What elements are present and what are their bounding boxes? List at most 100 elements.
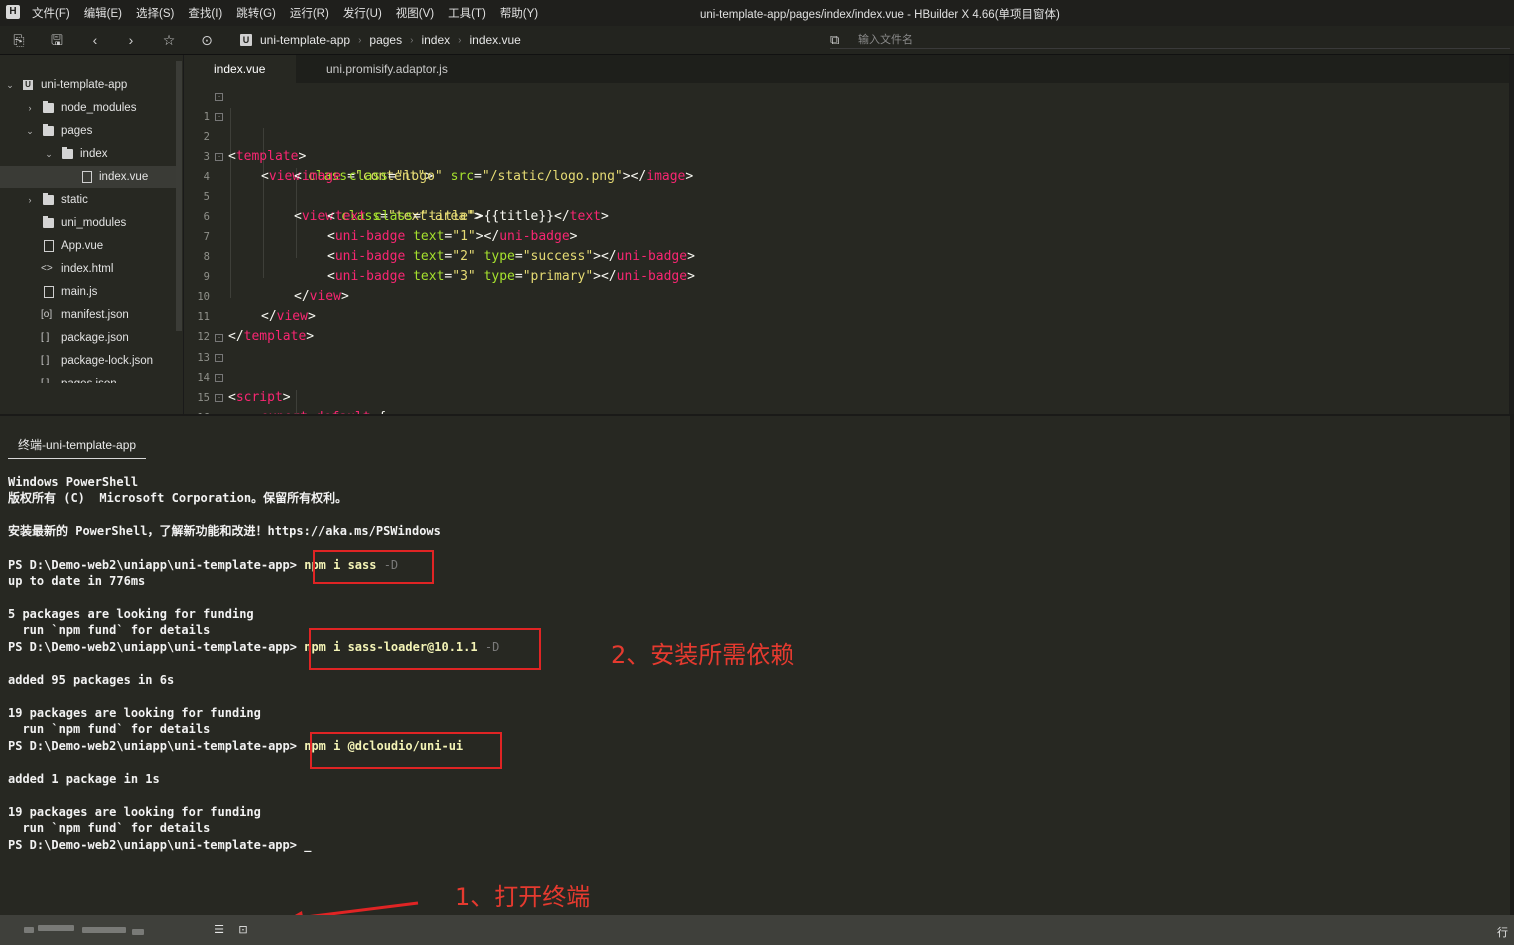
fold-icon[interactable]: -: [215, 113, 223, 121]
tree-item-index-html[interactable]: <> index.html: [0, 258, 176, 280]
menu-bar: 文件(F) 编辑(E) 选择(S) 查找(I) 跳转(G) 运行(R) 发行(U…: [32, 5, 552, 21]
file-search-input[interactable]: [858, 32, 1258, 48]
account-status[interactable]: [24, 925, 154, 935]
folder-icon: [43, 216, 54, 228]
fold-icon[interactable]: -: [215, 374, 223, 382]
menu-goto[interactable]: 跳转(G): [236, 5, 276, 21]
terminal-line: 19 packages are looking for funding: [8, 805, 261, 819]
back-icon[interactable]: ‹: [86, 31, 104, 49]
menu-find[interactable]: 查找(I): [188, 5, 222, 21]
code-line: 8 <uni-badge text="3" type="primary"></u…: [184, 227, 695, 284]
code-line: 5 <text class="title">{{title}}</text>: [184, 167, 609, 224]
tree-item-package-json[interactable]: [ ] package.json: [0, 327, 176, 349]
breadcrumb: U uni-template-app › pages › index › ind…: [240, 33, 521, 47]
chevron-down-icon[interactable]: ⌄: [25, 120, 35, 142]
file-search: ⧉: [830, 32, 1510, 49]
menu-view[interactable]: 视图(V): [396, 5, 434, 21]
chevron-down-icon[interactable]: ⌄: [5, 74, 15, 96]
highlight-box-cmd3: [310, 732, 502, 769]
status-bar: ☰ ⊡ 行: [0, 915, 1514, 945]
project-explorer: ⌄ U uni-template-app › node_modules ⌄ pa…: [0, 55, 184, 467]
menu-help[interactable]: 帮助(Y): [500, 5, 538, 21]
code-editor[interactable]: 1 - <template> 2 - <view class="content"…: [184, 84, 1510, 414]
json-file-icon: [ ]: [41, 355, 50, 366]
menu-publish[interactable]: 发行(U): [343, 5, 382, 21]
fold-icon[interactable]: -: [215, 334, 223, 342]
chevron-right-icon[interactable]: ›: [25, 189, 35, 211]
chevron-right-icon[interactable]: ›: [25, 97, 35, 119]
code-line: 16 - return {: [184, 388, 223, 414]
cursor-position[interactable]: 行: [1497, 924, 1508, 940]
hbuilder-logo-icon: H: [6, 5, 20, 19]
project-icon: U: [23, 80, 33, 90]
terminal-icon[interactable]: ⊡: [234, 921, 252, 939]
tree-item-index-folder[interactable]: ⌄ index: [0, 143, 176, 165]
editor-tabs: index.vue uni.promisify.adaptor.js: [184, 55, 1514, 84]
code-line: 4 - <view class="text-area">: [184, 147, 482, 224]
terminal-line: added 95 packages in 6s: [8, 673, 175, 687]
tree-label: uni-template-app: [41, 79, 128, 91]
terminal-tab[interactable]: 终端-uni-template-app: [8, 432, 147, 459]
tree-item-pages[interactable]: ⌄ pages: [0, 120, 176, 142]
html-file-icon: <>: [41, 263, 53, 274]
folder-icon: [43, 101, 54, 113]
code-line: 3 <image class="logo" src="/static/logo.…: [184, 127, 694, 184]
breadcrumb-item-file[interactable]: index.vue: [469, 33, 520, 47]
tree-item-static[interactable]: › static: [0, 189, 176, 211]
fold-icon[interactable]: -: [215, 93, 223, 101]
star-icon[interactable]: ☆: [160, 31, 178, 49]
tree-item-app-vue[interactable]: App.vue: [0, 235, 176, 257]
fold-icon[interactable]: -: [215, 354, 223, 362]
breadcrumb-item-project[interactable]: uni-template-app: [260, 33, 350, 47]
vue-file-icon: [82, 171, 92, 183]
tree-item-manifest-json[interactable]: [o] manifest.json: [0, 304, 176, 326]
new-file-icon[interactable]: ⎘: [10, 31, 28, 49]
menu-run[interactable]: 运行(R): [290, 5, 329, 21]
tree-label: node_modules: [61, 102, 137, 114]
forward-icon[interactable]: ›: [122, 31, 140, 49]
tree-item-package-lock-json[interactable]: [ ] package-lock.json: [0, 350, 176, 372]
terminal-line: up to date in 776ms: [8, 574, 146, 588]
tree-label: index: [80, 148, 108, 160]
tree-label: uni_modules: [61, 217, 127, 229]
code-line: 7 <uni-badge text="2" type="success"></u…: [184, 207, 695, 264]
tab-promisify-adaptor[interactable]: uni.promisify.adaptor.js: [296, 55, 486, 83]
json-file-icon: [ ]: [41, 373, 49, 383]
tree-label: static: [61, 194, 88, 206]
chevron-down-icon[interactable]: ⌄: [44, 143, 54, 165]
run-icon[interactable]: ⊙: [198, 31, 216, 49]
panel-toggle-group: ☰ ⊡: [208, 921, 264, 939]
tree-label: manifest.json: [61, 309, 129, 321]
breadcrumb-item-index[interactable]: index: [421, 33, 450, 47]
breadcrumb-item-pages[interactable]: pages: [369, 33, 402, 47]
code-line: 12: [184, 307, 215, 343]
outline-icon[interactable]: ☰: [210, 921, 228, 939]
menu-file[interactable]: 文件(F): [32, 5, 70, 21]
terminal-command-line: PS D:\Demo-web2\uniapp\uni-template-app>…: [8, 837, 311, 853]
fold-icon[interactable]: -: [215, 394, 223, 402]
terminal-prompt: PS D:\Demo-web2\uniapp\uni-template-app>: [8, 838, 297, 852]
code-line: 14 - export default {: [184, 348, 386, 414]
terminal-line: 安装最新的 PowerShell，了解新功能和改进！https://aka.ms…: [8, 524, 441, 538]
tree-label: package-lock.json: [61, 355, 154, 367]
menu-select[interactable]: 选择(S): [136, 5, 174, 21]
terminal-scrollbar[interactable]: [1510, 416, 1514, 915]
editor-scrollbar[interactable]: [1509, 55, 1514, 415]
tree-item-node-modules[interactable]: › node_modules: [0, 97, 176, 119]
tree-item-pages-json[interactable]: [ ] pages.json: [0, 373, 176, 383]
terminal-line: added 1 package in 1s: [8, 772, 160, 786]
tree-item-uni-modules[interactable]: uni_modules: [0, 212, 176, 234]
fold-icon[interactable]: -: [215, 153, 223, 161]
tree-item-main-js[interactable]: main.js: [0, 281, 176, 303]
annotation-step1: 1、打开终端: [455, 883, 591, 911]
highlight-box-cmd2: [309, 628, 541, 670]
sidebar-scrollbar[interactable]: [176, 61, 182, 331]
menu-edit[interactable]: 编辑(E): [84, 5, 122, 21]
terminal-line: 19 packages are looking for funding: [8, 706, 261, 720]
save-icon[interactable]: 🖫: [48, 31, 66, 49]
tab-index-vue[interactable]: index.vue: [184, 55, 314, 84]
project-icon: U: [240, 34, 252, 46]
tree-item-project-root[interactable]: ⌄ U uni-template-app: [0, 74, 176, 96]
menu-tools[interactable]: 工具(T): [448, 5, 486, 21]
tree-item-index-vue[interactable]: index.vue: [0, 166, 176, 188]
